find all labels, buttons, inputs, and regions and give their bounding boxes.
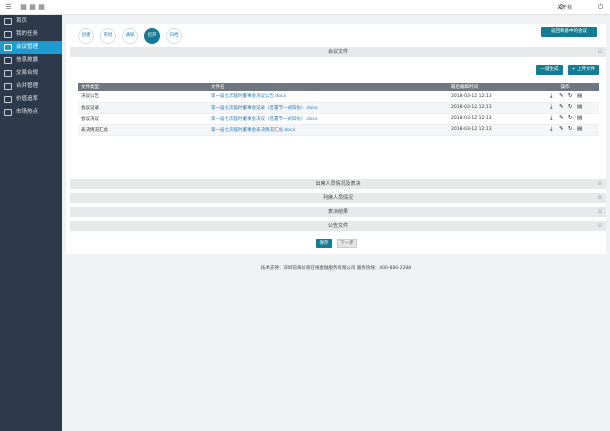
sidebar-item-market[interactable]: 市场热点: [0, 106, 62, 119]
refresh-icon[interactable]: ↻: [568, 115, 574, 121]
sidebar: 首页 我的任务 会议管理 信息披露 交易合规 合并管理 价值追率 市场热点: [0, 15, 62, 431]
step-archive[interactable]: 归档: [166, 28, 182, 44]
meeting-icon: [4, 44, 12, 51]
expand-icon[interactable]: ⊞: [598, 193, 602, 203]
grid-icon-3[interactable]: ▦: [37, 3, 46, 12]
refresh-icon[interactable]: ↻: [568, 126, 574, 132]
compliance-icon: [4, 70, 12, 77]
expand-icon[interactable]: ⊞: [598, 207, 602, 217]
sidebar-item-value[interactable]: 价值追率: [0, 93, 62, 106]
refresh-icon[interactable]: ↻: [568, 104, 574, 110]
section-title: 列席人员情况: [322, 195, 353, 201]
table-header-row: 文件类型 文件名 最后编辑时间 操作: [78, 83, 599, 91]
save-button[interactable]: 保存: [316, 239, 332, 248]
section-announcements[interactable]: 公告文件 ⊞: [70, 221, 606, 231]
section-title: 出席人员情况及表决: [315, 181, 361, 187]
file-type: 会议决议: [78, 113, 208, 125]
files-table: 文件类型 文件名 最后编辑时间 操作 决议公告 第一届七次临时董事会决议公告.d…: [78, 83, 599, 136]
meeting-panel: 创建 审批 通知 召开 归档 返回筹备中的会议 会议文件 ⊟ 一键生成 + 上传文…: [66, 24, 606, 254]
about-link[interactable]: 关于我: [557, 4, 572, 11]
expand-icon[interactable]: ⊞: [598, 179, 602, 189]
sidebar-item-label: 会议管理: [16, 44, 39, 50]
expand-icon[interactable]: ⊞: [598, 221, 602, 231]
edit-icon[interactable]: ✎: [559, 104, 565, 110]
return-button[interactable]: 返回筹备中的会议: [541, 27, 597, 37]
refresh-icon[interactable]: ↻: [568, 93, 574, 99]
document-icon[interactable]: ▤: [577, 115, 583, 121]
section-observers[interactable]: 列席人员情况 ⊞: [70, 193, 606, 203]
col-name: 文件名: [208, 83, 448, 91]
sidebar-item-label: 信息披露: [16, 57, 39, 63]
document-icon[interactable]: ▤: [577, 93, 583, 99]
sidebar-item-label: 价值追率: [16, 96, 39, 102]
download-icon[interactable]: ⤓: [550, 104, 556, 111]
main-content: 创建 审批 通知 召开 归档 返回筹备中的会议 会议文件 ⊟ 一键生成 + 上传文…: [62, 15, 610, 431]
disclosure-icon: [4, 57, 12, 64]
section-meeting-files[interactable]: 会议文件 ⊟: [70, 47, 606, 57]
sidebar-item-label: 市场热点: [16, 109, 39, 115]
generate-button[interactable]: 一键生成: [536, 65, 563, 75]
grid-icon-2[interactable]: ▦: [28, 3, 37, 12]
file-time: 2018-03-12 12:13: [448, 91, 528, 103]
footer: 技术支持：深圳前海价值在线金融服务有限公司 服务热线：400-880-2388: [260, 266, 412, 271]
edit-icon[interactable]: ✎: [559, 115, 565, 121]
file-type: 表决情况汇总: [78, 124, 208, 136]
market-icon: [4, 109, 12, 116]
file-link[interactable]: 第一届七次临时董事会决议公告.docx: [208, 91, 448, 103]
merge-icon: [4, 83, 12, 90]
sidebar-item-home[interactable]: 首页: [0, 15, 62, 28]
edit-icon[interactable]: ✎: [559, 126, 565, 132]
file-link[interactable]: 第一届七次临时董事会决议（签署节一式四份）.docx: [208, 113, 448, 125]
file-type: 决议公告: [78, 91, 208, 103]
file-type: 会议记录: [78, 102, 208, 114]
collapse-icon[interactable]: ⊟: [598, 47, 602, 57]
power-icon[interactable]: ⏻: [596, 3, 605, 12]
section-vote-results[interactable]: 表决结果 ⊞: [70, 207, 606, 217]
sidebar-item-label: 合并管理: [16, 83, 39, 89]
top-bar: ☰ ▦ ▦ ▦ ⚙ 关于我 ⏻: [0, 0, 610, 15]
download-icon[interactable]: ⤓: [550, 93, 556, 100]
sidebar-item-label: 首页: [16, 18, 28, 24]
document-icon[interactable]: ▤: [577, 126, 583, 132]
file-time: 2018-03-12 12:13: [448, 113, 528, 125]
col-ops: 操作: [528, 83, 599, 91]
edit-icon[interactable]: ✎: [559, 93, 565, 99]
sidebar-item-label: 我的任务: [16, 31, 39, 37]
file-link[interactable]: 第一届七次临时董事会记录（签署节一式四份）.docx: [208, 102, 448, 114]
sidebar-item-meeting[interactable]: 会议管理: [0, 41, 62, 54]
step-create[interactable]: 创建: [78, 28, 94, 44]
section-attendance[interactable]: 出席人员情况及表决 ⊞: [70, 179, 606, 189]
document-icon[interactable]: ▤: [577, 104, 583, 110]
home-icon: [4, 18, 12, 25]
table-row: 会议记录 第一届七次临时董事会记录（签署节一式四份）.docx 2018-03-…: [78, 102, 599, 114]
tasks-icon: [4, 31, 12, 38]
step-notify[interactable]: 通知: [122, 28, 138, 44]
section-title: 会议文件: [327, 49, 348, 55]
step-approve[interactable]: 审批: [100, 28, 116, 44]
collapse-menu-icon[interactable]: ☰: [4, 3, 13, 12]
col-type: 文件类型: [78, 83, 208, 91]
value-icon: [4, 96, 12, 103]
sidebar-item-disclosure[interactable]: 信息披露: [0, 54, 62, 67]
sidebar-item-compliance[interactable]: 交易合规: [0, 67, 62, 80]
col-time: 最后编辑时间: [448, 83, 528, 91]
sidebar-item-merge[interactable]: 合并管理: [0, 80, 62, 93]
upload-button[interactable]: + 上传文件: [568, 65, 599, 75]
table-row: 表决情况汇总 第一届七次临时董事会表决情况汇总.docx 2018-03-12 …: [78, 124, 599, 136]
next-button[interactable]: 下一步: [337, 239, 357, 248]
sidebar-item-label: 交易合规: [16, 70, 39, 76]
download-icon[interactable]: ⤓: [550, 115, 556, 122]
section-title: 表决结果: [327, 209, 348, 215]
file-link[interactable]: 第一届七次临时董事会表决情况汇总.docx: [208, 124, 448, 136]
table-row: 决议公告 第一届七次临时董事会决议公告.docx 2018-03-12 12:1…: [78, 91, 599, 103]
download-icon[interactable]: ⤓: [550, 126, 556, 133]
file-time: 2018-03-12 12:13: [448, 102, 528, 114]
sidebar-item-tasks[interactable]: 我的任务: [0, 28, 62, 41]
section-title: 公告文件: [327, 223, 348, 229]
file-time: 2018-03-12 12:13: [448, 124, 528, 136]
step-convene[interactable]: 召开: [144, 28, 160, 44]
table-row: 会议决议 第一届七次临时董事会决议（签署节一式四份）.docx 2018-03-…: [78, 113, 599, 125]
grid-icon-1[interactable]: ▦: [19, 3, 28, 12]
